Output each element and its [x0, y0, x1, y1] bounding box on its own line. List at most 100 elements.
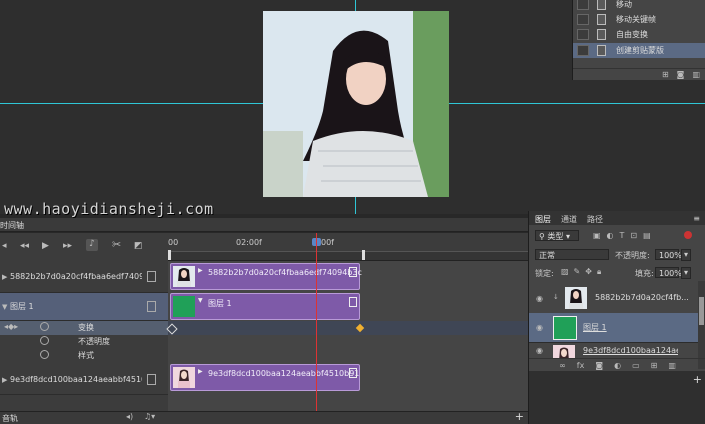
property-row-transform[interactable]: ◂◆▸ 变换: [0, 321, 168, 335]
history-panel: 移动 移动关键帧 自由变换 创建剪贴蒙版 ⊞ ◙ ▥: [572, 0, 705, 80]
snapshot-checkbox[interactable]: [577, 14, 589, 25]
canvas-photo: [263, 11, 449, 197]
work-area-end-handle[interactable]: [362, 250, 365, 260]
fill-label: 填充:: [635, 269, 654, 278]
clip-collapse-icon[interactable]: ▼: [198, 297, 203, 304]
timeline-track-header-selected[interactable]: ▼ 图层 1: [0, 293, 168, 321]
history-item-label: 移动: [616, 0, 632, 9]
layer-row-selected[interactable]: ◉ 图层 1: [529, 313, 705, 343]
snapshot-checkbox[interactable]: [577, 45, 589, 56]
blend-mode-dropdown[interactable]: 正常: [535, 249, 609, 260]
snapshot-checkbox[interactable]: [577, 0, 589, 10]
work-area-start-handle[interactable]: [168, 250, 171, 260]
opacity-label: 不透明度:: [615, 251, 650, 260]
scissors-icon[interactable]: ✂: [112, 238, 121, 251]
history-item-label: 自由变换: [616, 30, 648, 39]
timeline-track-header[interactable]: ▶ 9e3df8dcd100baa124aeabbf4510b...: [0, 365, 168, 395]
trash-icon[interactable]: ▥: [668, 361, 676, 370]
new-layer-icon[interactable]: ⊞: [651, 361, 658, 370]
history-item[interactable]: 移动关键帧: [573, 12, 705, 27]
snapshot-checkbox[interactable]: [577, 29, 589, 40]
stopwatch-icon[interactable]: [40, 322, 49, 331]
speaker-icon[interactable]: ◂): [126, 412, 133, 421]
clip-menu-icon[interactable]: [349, 297, 357, 307]
adjustment-layer-icon[interactable]: ◐: [614, 361, 621, 370]
layer-name: 5882b2b7d0a20cf4fb...: [595, 293, 689, 302]
tab-channels[interactable]: 通道: [561, 214, 577, 225]
audio-icon[interactable]: ♪: [86, 239, 98, 251]
music-note-icon[interactable]: ♫▾: [144, 412, 155, 421]
opacity-input[interactable]: 100%: [655, 249, 682, 260]
tab-layers[interactable]: 图层: [535, 214, 551, 225]
kind-filter-dropdown[interactable]: ⚲ 类型 ▾: [535, 230, 579, 241]
timeline-ruler[interactable]: 00 02:00f 00f: [168, 233, 528, 261]
layers-scrollbar-thumb[interactable]: [699, 297, 704, 325]
go-to-first-frame-icon[interactable]: ◂: [2, 241, 7, 251]
property-row-opacity[interactable]: 不透明度: [0, 335, 168, 349]
history-item[interactable]: 自由变换: [573, 27, 705, 42]
collapse-arrow-icon[interactable]: ▼: [2, 303, 7, 311]
new-group-icon[interactable]: ▭: [632, 361, 640, 370]
camera-icon[interactable]: ◙: [677, 70, 685, 79]
link-layers-icon[interactable]: ∞: [559, 361, 566, 370]
add-mask-icon[interactable]: ◙: [595, 361, 603, 370]
opacity-dropdown-arrow[interactable]: ▾: [681, 249, 691, 261]
lock-fill-row: 锁定: ▨✎✥🔒︎ 填充: 100% ▾: [529, 266, 705, 280]
new-document-from-state-icon[interactable]: ⊞: [662, 70, 669, 79]
tab-paths[interactable]: 路径: [587, 214, 603, 225]
history-item-selected[interactable]: 创建剪贴蒙版: [573, 43, 705, 58]
lock-icons[interactable]: ▨✎✥🔒︎: [561, 267, 606, 277]
panel-menu-icon[interactable]: ≡: [693, 214, 700, 223]
layers-scrollbar[interactable]: [698, 281, 705, 369]
transition-icon[interactable]: ◩: [134, 241, 143, 251]
fill-dropdown-arrow[interactable]: ▾: [681, 267, 691, 279]
layer-row[interactable]: ◉ 9e3df8dcd100baa124ae...: [529, 342, 705, 359]
clip-expand-icon[interactable]: ▶: [198, 267, 203, 274]
video-clip[interactable]: ▶ 9e3df8dcd100baa124aeabbf4510b91: [170, 364, 360, 391]
visibility-eye-icon[interactable]: ◉: [536, 294, 543, 303]
history-state-icon: [597, 0, 606, 10]
history-state-icon: [597, 45, 606, 56]
history-state-icon: [597, 14, 606, 25]
clip-menu-icon[interactable]: [349, 368, 357, 378]
film-strip-icon[interactable]: [147, 301, 156, 312]
film-strip-icon[interactable]: [147, 374, 156, 385]
video-clip-selected[interactable]: ▼ 图层 1: [170, 293, 360, 320]
clip-thumbnail: [173, 296, 195, 317]
keyframe-navigator-icon[interactable]: ◂◆▸: [4, 322, 18, 331]
playhead-line[interactable]: [316, 233, 317, 411]
layers-panel: 图层 通道 路径 ≡ ⚲ 类型 ▾ ▣◐T⊡▤ 正常 不透明度: 100% ▾ …: [528, 211, 705, 424]
visibility-eye-icon[interactable]: ◉: [536, 346, 543, 355]
fill-input[interactable]: 100%: [655, 267, 682, 278]
timeline-tab[interactable]: 时间轴: [0, 220, 24, 231]
add-icon[interactable]: +: [693, 373, 702, 386]
work-area-bar[interactable]: [168, 251, 528, 260]
property-lane-transform[interactable]: [168, 321, 528, 335]
video-clip[interactable]: ▶ 5882b2b7d0a20cf4fbaa6edf74094b3c: [170, 263, 362, 290]
clip-expand-icon[interactable]: ▶: [198, 368, 203, 375]
expand-arrow-icon[interactable]: ▶: [2, 273, 7, 281]
film-strip-icon[interactable]: [147, 271, 156, 282]
timeline-track-header[interactable]: ▶ 5882b2b7d0a20cf4fbaa6edf74094b3...: [0, 261, 168, 293]
ruler-tick: 00: [168, 238, 179, 247]
blend-mode-value: 正常: [539, 251, 555, 260]
expand-arrow-icon[interactable]: ▶: [2, 376, 7, 384]
filter-toggle-icon[interactable]: [684, 231, 692, 239]
filter-type-icons[interactable]: ▣◐T⊡▤: [593, 231, 657, 240]
stopwatch-icon[interactable]: [40, 350, 49, 359]
trash-icon[interactable]: ▥: [692, 70, 700, 79]
clip-menu-icon[interactable]: [349, 267, 357, 277]
portrait-image: [263, 11, 449, 197]
clip-thumbnail: [173, 367, 195, 388]
layer-row[interactable]: ◉ ↓ 5882b2b7d0a20cf4fb...: [529, 284, 705, 314]
property-row-style[interactable]: 样式: [0, 349, 168, 363]
add-audio-icon[interactable]: +: [515, 410, 524, 423]
layer-style-icon[interactable]: fx: [577, 361, 585, 370]
stopwatch-icon[interactable]: [40, 336, 49, 345]
play-icon[interactable]: ▶: [42, 241, 49, 251]
previous-frame-icon[interactable]: ◂◂: [20, 241, 29, 251]
next-frame-icon[interactable]: ▸▸: [63, 241, 72, 251]
visibility-eye-icon[interactable]: ◉: [536, 323, 543, 332]
history-item[interactable]: 移动: [573, 0, 705, 12]
timeline-tracks-area[interactable]: ▶ 5882b2b7d0a20cf4fbaa6edf74094b3c ▼ 图层 …: [166, 261, 528, 411]
